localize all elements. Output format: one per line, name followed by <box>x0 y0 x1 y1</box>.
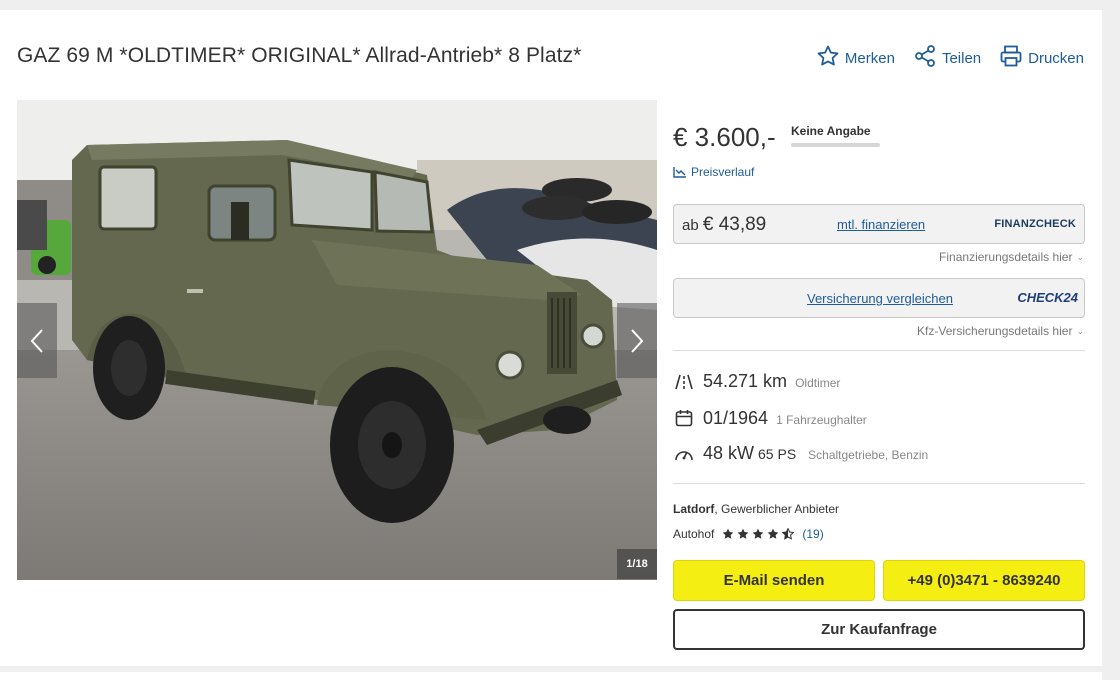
power-kw: 48 kW <box>703 443 755 463</box>
spec-registration: 01/1964 1 Fahrzeughalter <box>673 406 867 429</box>
printer-icon <box>999 44 1023 72</box>
financing-details-link[interactable]: Finanzierungsdetails hier ⌄ <box>939 250 1084 264</box>
financing-amount: ab € 43,89 <box>682 214 766 236</box>
seller-location: Latdorf, Gewerblicher Anbieter <box>673 502 839 516</box>
transmission-fuel: Schaltgetriebe, Benzin <box>808 448 929 462</box>
listing-title: GAZ 69 M *OLDTIMER* ORIGINAL* Allrad-Ant… <box>17 44 582 67</box>
registration-value: 01/1964 <box>703 408 769 428</box>
finanzcheck-logo: FINANZCHECK <box>994 218 1076 230</box>
mileage-value: 54.271 km <box>703 371 788 391</box>
chart-icon <box>673 167 686 178</box>
vehicle-image <box>17 100 657 580</box>
star-filled-icon <box>767 528 779 539</box>
seller-type: , Gewerblicher Anbieter <box>714 502 840 516</box>
check24-logo: CHECK24 <box>1017 290 1078 305</box>
print-label: Drucken <box>1028 49 1084 67</box>
insurance-details-link[interactable]: Kfz-Versicherungsdetails hier ⌄ <box>917 324 1084 338</box>
owners-count: 1 Fahrzeughalter <box>776 413 867 427</box>
gallery-next-button[interactable] <box>617 303 657 378</box>
chevron-left-icon <box>30 328 43 353</box>
vehicle-category: Oldtimer <box>795 376 841 390</box>
phone-button[interactable]: +49 (0)3471 - 8639240 <box>883 560 1085 601</box>
chevron-right-icon <box>631 328 644 353</box>
star-filled-icon <box>737 528 749 539</box>
price-history-link[interactable]: Preisverlauf <box>673 165 754 179</box>
calendar-icon <box>673 409 695 427</box>
star-filled-icon <box>722 528 734 539</box>
chevron-down-icon: ⌄ <box>1076 251 1084 262</box>
seller-rating-stars <box>722 528 795 540</box>
vehicle-photo[interactable] <box>17 100 657 580</box>
chevron-down-icon: ⌄ <box>1076 325 1084 336</box>
seller-info: Autohof (19) <box>673 527 824 541</box>
seller-name: Autohof <box>673 527 715 541</box>
reviews-link[interactable]: (19) <box>802 527 823 541</box>
share-icon <box>913 44 937 72</box>
price: € 3.600,- <box>673 122 776 152</box>
spec-mileage: 54.271 km Oldtimer <box>673 370 840 392</box>
gallery-counter: 1/18 <box>617 549 657 579</box>
road-icon <box>673 373 695 391</box>
seller-city: Latdorf <box>673 502 715 516</box>
save-label: Merken <box>844 49 895 67</box>
financing-prefix: ab <box>682 217 699 234</box>
divider <box>673 483 1085 484</box>
star-half-icon <box>782 528 795 540</box>
speedometer-icon <box>673 445 695 463</box>
insurance-box[interactable]: Versicherung vergleichen CHECK24 <box>673 278 1085 318</box>
power-ps: 65 PS <box>758 446 797 462</box>
financing-link[interactable]: mtl. finanzieren <box>837 217 925 232</box>
spec-power: 48 kW 65 PS Schaltgetriebe, Benzin <box>673 442 928 464</box>
gallery-prev-button[interactable] <box>17 303 57 378</box>
print-button[interactable]: Drucken <box>999 44 1084 72</box>
share-button[interactable]: Teilen <box>913 44 981 72</box>
purchase-request-button[interactable]: Zur Kaufanfrage <box>673 609 1085 650</box>
star-filled-icon <box>752 528 764 539</box>
price-rating-bar <box>791 143 880 147</box>
financing-details-label: Finanzierungsdetails hier <box>939 250 1073 264</box>
insurance-details-label: Kfz-Versicherungsdetails hier <box>917 324 1073 338</box>
listing-actions: Merken Teilen Drucken <box>816 44 1084 72</box>
email-button[interactable]: E-Mail senden <box>673 560 875 601</box>
price-rating-label: Keine Angabe <box>791 124 871 138</box>
divider <box>673 350 1085 351</box>
star-icon <box>816 44 840 72</box>
insurance-link[interactable]: Versicherung vergleichen <box>807 291 953 306</box>
save-button[interactable]: Merken <box>816 44 895 72</box>
price-history-label: Preisverlauf <box>691 165 755 179</box>
next-section-card <box>0 672 1102 680</box>
share-label: Teilen <box>941 49 982 67</box>
financing-box[interactable]: ab € 43,89 mtl. finanzieren FINANZCHECK <box>673 204 1085 244</box>
financing-value: € 43,89 <box>702 214 767 235</box>
